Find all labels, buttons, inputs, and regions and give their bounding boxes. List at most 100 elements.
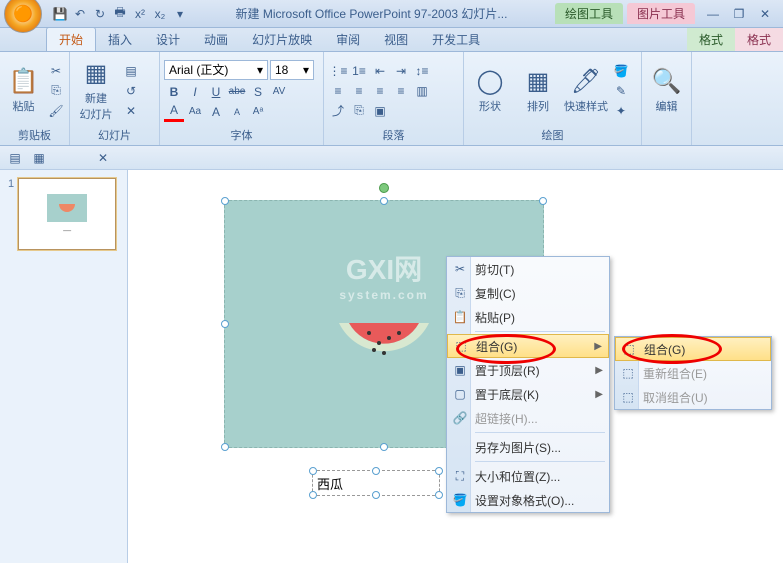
spacing-button[interactable]: AV [269,82,289,102]
indent-inc-button[interactable]: ⇥ [391,61,411,81]
tab-format-picture[interactable]: 格式 [735,28,783,51]
ctx-bringfront[interactable]: ▣置于顶层(R)▶ [447,358,609,382]
slide-number: 1 [8,178,14,250]
slide-thumbnail[interactable]: — [18,178,116,250]
shape-outline-icon[interactable]: ✎ [612,82,630,100]
line-spacing-button[interactable]: ↕≡ [412,61,432,81]
ctx-sendback[interactable]: ▢置于底层(K)▶ [447,382,609,406]
print-icon[interactable]: 🖶 [112,6,128,22]
resize-handle[interactable] [435,491,443,499]
quickstyles-button[interactable]: 🖊快速样式 [564,56,608,126]
resize-handle[interactable] [221,443,229,451]
restore-icon[interactable]: ❐ [727,6,751,22]
underline-button[interactable]: U [206,82,226,102]
smartart-button[interactable]: ▣ [370,101,390,121]
align-center-button[interactable]: ≡ [349,81,369,101]
minimize-icon[interactable]: — [701,6,725,22]
resize-handle[interactable] [309,467,317,475]
tab-developer[interactable]: 开发工具 [420,28,492,51]
bullets-button[interactable]: ⋮≡ [328,61,348,81]
resize-handle[interactable] [372,491,380,499]
qat-dropdown-icon[interactable]: ▾ [172,6,188,22]
delete-icon[interactable]: ✕ [122,102,140,120]
justify-button[interactable]: ≡ [391,81,411,101]
resize-handle[interactable] [221,197,229,205]
rotate-handle[interactable] [379,183,389,193]
arrange-icon: ▦ [527,67,550,96]
redo-icon[interactable]: ↻ [92,6,108,22]
font-size-combo[interactable]: 18▾ [270,60,314,80]
resize-handle[interactable] [539,197,547,205]
bold-button[interactable]: B [164,82,184,102]
tab-animation[interactable]: 动画 [192,28,240,51]
copy-icon[interactable]: ⎘ [47,82,65,100]
tab-view[interactable]: 视图 [372,28,420,51]
cut-icon[interactable]: ✂ [47,62,65,80]
chevron-down-icon: ▾ [257,63,263,77]
clear-format-button[interactable]: Aᵃ [248,102,268,122]
ctx-cut[interactable]: ✂剪切(T) [447,257,609,281]
submenu-arrow-icon: ▶ [594,341,602,352]
align-left-button[interactable]: ≡ [328,81,348,101]
ctx-group[interactable]: ⬚组合(G)▶ [447,334,609,358]
grow-font-button[interactable]: A [206,102,226,122]
size-icon: ⛶ [451,469,469,484]
layout-icon[interactable]: ▤ [122,62,140,80]
align-text-button[interactable]: ⎘ [349,101,369,121]
resize-handle[interactable] [380,197,388,205]
columns-button[interactable]: ▥ [412,81,432,101]
shadow-button[interactable]: S [248,82,268,102]
ctx-sub-group[interactable]: ⬚组合(G) [615,337,771,361]
ctx-copy[interactable]: ⎘复制(C) [447,281,609,305]
slides-tab-icon[interactable]: ▦ [30,149,48,167]
group-clipboard: 剪贴板 [4,127,65,143]
shapes-button[interactable]: ◯形状 [468,56,512,126]
strike-button[interactable]: abe [227,82,247,102]
shape-effects-icon[interactable]: ✦ [612,102,630,120]
ctx-hyperlink: 🔗超链接(H)... [447,406,609,430]
editing-button[interactable]: 🔍编辑 [646,56,687,126]
bring-front-icon: ▣ [451,363,469,377]
ctx-formatobj[interactable]: 🪣设置对象格式(O)... [447,488,609,512]
italic-button[interactable]: I [185,82,205,102]
align-right-button[interactable]: ≡ [370,81,390,101]
resize-handle[interactable] [372,467,380,475]
outline-tab-icon[interactable]: ▤ [6,149,24,167]
shape-fill-icon[interactable]: 🪣 [612,62,630,80]
superscript-icon[interactable]: x² [132,6,148,22]
save-icon[interactable]: 💾 [52,6,68,22]
resize-handle[interactable] [380,443,388,451]
context-tab-drawing[interactable]: 绘图工具 [555,3,623,24]
change-case-button[interactable]: Aa [185,102,205,122]
ctx-paste[interactable]: 📋粘贴(P) [447,305,609,329]
reset-icon[interactable]: ↺ [122,82,140,100]
undo-icon[interactable]: ↶ [72,6,88,22]
tab-insert[interactable]: 插入 [96,28,144,51]
resize-handle[interactable] [309,491,317,499]
tab-format-drawing[interactable]: 格式 [687,28,735,51]
ctx-sizepos[interactable]: ⛶大小和位置(Z)... [447,464,609,488]
indent-dec-button[interactable]: ⇤ [370,61,390,81]
tab-slideshow[interactable]: 幻灯片放映 [240,28,324,51]
tab-home[interactable]: 开始 [46,27,96,51]
textbox[interactable]: 西瓜 [312,470,440,496]
resize-handle[interactable] [435,467,443,475]
resize-handle[interactable] [221,320,229,328]
text-direction-button[interactable]: ⤴ [328,101,348,121]
font-color-button[interactable]: A [164,102,184,122]
tab-review[interactable]: 审阅 [324,28,372,51]
format-painter-icon[interactable]: 🖌 [47,102,65,120]
context-tab-picture[interactable]: 图片工具 [627,3,695,24]
group-drawing: 绘图 [468,127,637,143]
subscript-icon[interactable]: x₂ [152,6,168,22]
new-slide-button[interactable]: ▦新建 幻灯片 [74,56,118,126]
ctx-saveaspic[interactable]: 另存为图片(S)... [447,435,609,459]
arrange-button[interactable]: ▦排列 [516,56,560,126]
shrink-font-button[interactable]: A [227,102,247,122]
close-pane-icon[interactable]: ✕ [94,149,112,167]
font-name-combo[interactable]: Arial (正文)▾ [164,60,268,80]
numbering-button[interactable]: 1≡ [349,61,369,81]
tab-design[interactable]: 设计 [144,28,192,51]
paste-button[interactable]: 📋粘贴 [4,56,43,126]
close-icon[interactable]: ✕ [753,6,777,22]
